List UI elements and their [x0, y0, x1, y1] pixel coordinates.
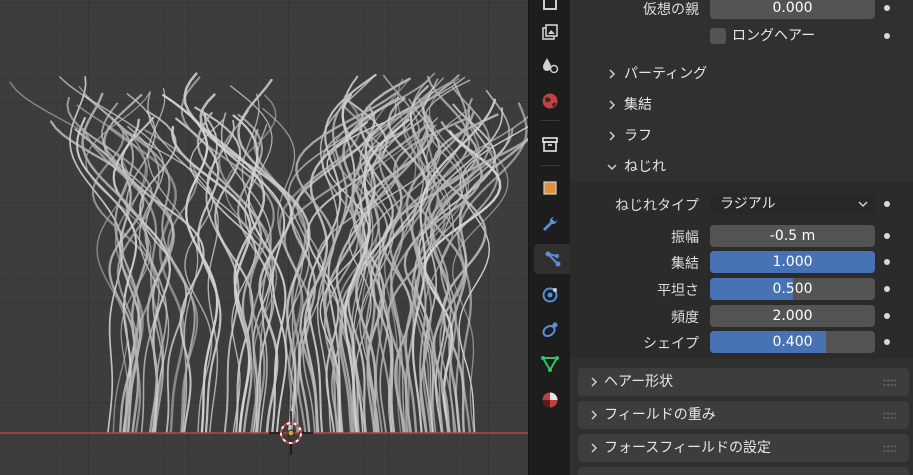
kink-clump-slider[interactable]: 1.000 [710, 251, 875, 273]
chevron-right-icon [591, 410, 598, 420]
subpanel-clump[interactable]: 集結 [606, 93, 652, 117]
virtual-parent-label: 仮想の親 [643, 2, 699, 18]
subpanel-roughness[interactable]: ラフ [606, 124, 652, 148]
tab-collection[interactable] [534, 129, 566, 159]
render-icon [543, 0, 557, 10]
field-value: -0.5 m [769, 228, 816, 244]
field-label: シェイプ [643, 336, 699, 352]
tab-particles[interactable] [534, 244, 571, 274]
particles-icon [545, 251, 560, 267]
tab-material[interactable] [534, 385, 566, 415]
section-label: ヘアー形状 [604, 374, 674, 390]
subpanel-kink[interactable]: ねじれ [606, 155, 666, 179]
kink-type-row: ねじれタイプ ラジアル [570, 193, 913, 219]
object-origin [287, 429, 295, 437]
kink-frequency-field[interactable]: 2.000 [710, 305, 875, 327]
tab-render[interactable] [534, 0, 566, 18]
constraints-icon [542, 322, 558, 338]
tab-modifiers[interactable] [534, 209, 566, 239]
keyframe-dot[interactable] [884, 286, 890, 292]
physics-drops-icon [543, 58, 559, 74]
chevron-right-icon [609, 131, 616, 141]
long-hair-checkbox[interactable] [710, 28, 726, 44]
keyframe-dot[interactable] [884, 201, 890, 207]
field-label: 平坦さ [657, 283, 699, 299]
physics-icon [542, 287, 558, 303]
chevron-down-icon [858, 201, 868, 208]
3d-viewport[interactable] [0, 0, 528, 475]
kink-amplitude-row: 振幅 -0.5 m [570, 225, 913, 251]
kink-type-value: ラジアル [720, 196, 776, 212]
tab-world[interactable] [534, 86, 566, 116]
kink-shape-row: シェイプ 0.400 [570, 331, 913, 357]
field-label: 頻度 [671, 310, 699, 326]
kink-frequency-row: 頻度 2.000 [570, 305, 913, 331]
field-value: 0.500 [772, 281, 813, 297]
tab-physics[interactable] [534, 280, 566, 310]
collection-box-icon [542, 137, 558, 152]
tab-view-layer[interactable] [534, 50, 566, 80]
chevron-right-icon [609, 100, 616, 110]
tab-object[interactable] [534, 173, 566, 203]
properties-panel: 仮想の親 0.000 ロングヘアー パーティング 集結 ラフ ねじれ ねじれタイ… [570, 0, 913, 475]
drag-grip-icon[interactable] [883, 445, 897, 453]
kink-flatness-row: 平坦さ 0.500 [570, 278, 913, 304]
subpanel-label: ラフ [624, 128, 652, 144]
object-icon [543, 181, 557, 195]
viewport-overlay [0, 411, 528, 455]
field-label: 振幅 [671, 230, 699, 246]
kink-clump-row: 集結 1.000 [570, 251, 913, 277]
virtual-parent-value: 0.000 [772, 0, 813, 16]
kink-shape-slider[interactable]: 0.400 [710, 331, 875, 353]
tab-constraints[interactable] [534, 315, 566, 345]
chevron-right-icon [591, 377, 598, 387]
section-label: フォースフィールドの設定 [604, 440, 772, 456]
kink-amplitude-field[interactable]: -0.5 m [710, 225, 875, 247]
modifier-wrench-icon [543, 216, 558, 231]
keyframe-dot[interactable] [884, 33, 890, 39]
object-data-icon [541, 356, 559, 372]
kink-flatness-slider[interactable]: 0.500 [710, 278, 875, 300]
subpanel-label: 集結 [624, 97, 652, 113]
field-value: 0.400 [772, 334, 813, 350]
section-partial [578, 467, 909, 475]
section-field-weights[interactable]: フィールドの重み [578, 401, 909, 429]
long-hair-label: ロングヘアー [732, 28, 816, 44]
kink-type-label: ねじれタイプ [615, 198, 699, 214]
tab-output[interactable] [534, 17, 566, 47]
field-label: 集結 [671, 256, 699, 272]
subpanel-label: ねじれ [624, 159, 666, 175]
field-value: 1.000 [772, 254, 813, 270]
tab-data[interactable] [534, 349, 566, 379]
long-hair-row: ロングヘアー [570, 25, 913, 51]
subpanel-parting[interactable]: パーティング [606, 62, 707, 86]
image-icon [542, 24, 558, 40]
virtual-parent-field[interactable]: 0.000 [710, 0, 875, 19]
kink-type-dropdown[interactable]: ラジアル [710, 193, 875, 215]
virtual-parent-row: 仮想の親 0.000 [570, 0, 913, 23]
keyframe-dot[interactable] [884, 233, 890, 239]
section-hair-shape[interactable]: ヘアー形状 [578, 368, 909, 396]
world-icon [542, 93, 558, 109]
section-label: フィールドの重み [604, 407, 716, 423]
section-force-field-settings[interactable]: フォースフィールドの設定 [578, 434, 909, 462]
material-icon [542, 392, 558, 408]
chevron-down-icon [607, 164, 617, 171]
properties-tab-bar [528, 0, 571, 475]
keyframe-dot[interactable] [884, 339, 890, 345]
chevron-right-icon [609, 69, 616, 79]
keyframe-dot[interactable] [884, 259, 890, 265]
drag-grip-icon[interactable] [883, 379, 897, 387]
keyframe-dot[interactable] [884, 5, 890, 11]
drag-grip-icon[interactable] [883, 412, 897, 420]
field-value: 2.000 [772, 308, 813, 324]
keyframe-dot[interactable] [884, 313, 890, 319]
subpanel-label: パーティング [624, 66, 708, 82]
chevron-right-icon [591, 443, 598, 453]
